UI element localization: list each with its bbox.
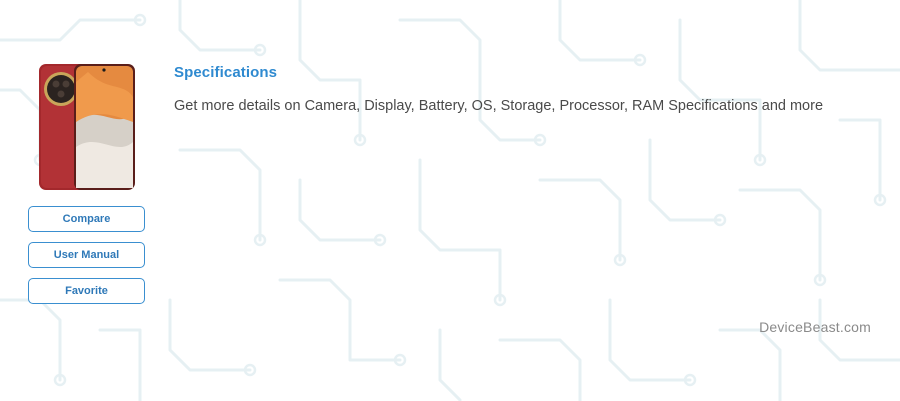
section-title[interactable]: Specifications	[174, 64, 823, 81]
product-sidebar: Compare User Manual Favorite	[28, 62, 146, 304]
favorite-button[interactable]: Favorite	[28, 278, 145, 304]
compare-button[interactable]: Compare	[28, 206, 145, 232]
smartphone-image	[39, 64, 135, 190]
product-image	[28, 62, 146, 194]
user-manual-button[interactable]: User Manual	[28, 242, 145, 268]
specifications-section: Specifications Get more details on Camer…	[174, 64, 823, 114]
brand-watermark: DeviceBeast.com	[759, 319, 871, 335]
section-description: Get more details on Camera, Display, Bat…	[174, 98, 824, 114]
